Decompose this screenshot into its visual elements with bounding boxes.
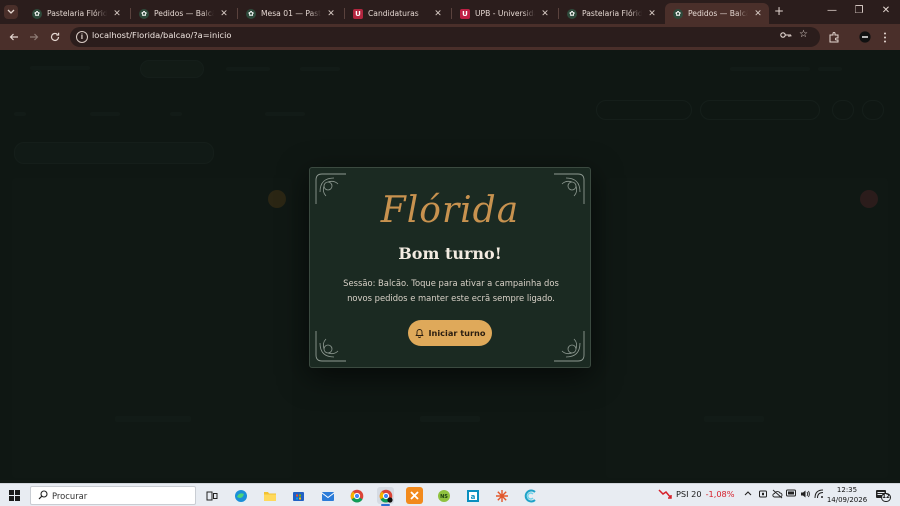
new-tab-button[interactable]: + [774,4,784,18]
arrow-right-icon [30,33,39,41]
reload-icon [50,32,60,42]
puzzle-icon [829,31,838,42]
tab-title: Pastelaria Flórida — [582,9,642,18]
tray-device-icon[interactable] [758,489,768,502]
url-path: /Florida/balcao/?a=inicio [129,30,232,40]
url-text[interactable]: localhost/Florida/balcao/?a=inicio [92,30,232,40]
page-backdrop: Flórida Bom turno! Sessão: Balcão. Toque… [0,50,900,483]
tab-close-icon[interactable]: ✕ [219,9,229,19]
more-vertical-icon [884,32,886,42]
ornament-corner-icon [315,331,346,362]
florida-logo: Flórida [380,190,520,231]
notification-count-badge: 12 [881,493,891,502]
tab-title: Candidaturas [368,9,419,18]
file-explorer-icon[interactable] [261,487,278,504]
stock-name: PSI 20 [676,489,702,499]
chrome-icon[interactable] [348,487,365,504]
ornament-corner-icon [554,331,585,362]
start-shift-modal: Flórida Bom turno! Sessão: Balcão. Toque… [309,167,591,368]
tab-strip: ✿ Pastelaria Flórida — ✕ ✿ Pedidos — Bal… [0,0,900,24]
chevron-down-icon [7,9,15,14]
maximize-button[interactable]: ❐ [845,2,873,20]
edge-icon[interactable] [232,487,249,504]
tab-close-icon[interactable]: ✕ [112,9,122,19]
clock-time: 12:35 [836,486,858,494]
tab-close-icon[interactable]: ✕ [433,9,443,19]
store-icon[interactable] [290,487,307,504]
florida-favicon-icon: ✿ [32,8,42,19]
upb-favicon-icon: U [460,8,470,19]
profile-avatar[interactable] [858,30,872,44]
notification-center-button[interactable]: 12 [875,488,891,502]
tray-cloud-off-icon[interactable] [772,489,783,502]
florida-favicon-icon: ✿ [139,8,149,19]
tab-pastelaria-florida-2[interactable]: ✿ Pastelaria Flórida — ✕ [559,3,663,24]
site-info-icon[interactable]: i [76,31,88,43]
taskbar-search[interactable]: Procurar [30,486,196,505]
florida-favicon-icon: ✿ [567,8,577,19]
tab-title: Pedidos — Balcão Flo [154,9,214,18]
extensions-button[interactable] [827,30,841,44]
back-button[interactable] [7,30,21,44]
tab-close-icon[interactable]: ✕ [647,9,657,19]
start-shift-button[interactable]: Iniciar turno [408,320,492,346]
tab-candidaturas[interactable]: U Candidaturas ✕ [345,3,449,24]
tray-wifi-icon[interactable] [814,489,824,502]
tab-title: Pedidos — Balcão Flo [688,9,748,18]
windows-taskbar: Procurar NS a PSI 20 -1,08% 12:35 14/09/… [0,483,900,506]
svg-text:a: a [470,493,475,501]
address-bar[interactable]: i localhost/Florida/balcao/?a=inicio ☆ [70,27,820,47]
windows-start-button[interactable] [9,490,20,501]
xampp-icon[interactable] [406,487,423,504]
svg-text:NS: NS [440,494,448,500]
tab-upb[interactable]: U UPB - Universidade P ✕ [452,3,556,24]
password-key-icon[interactable] [780,30,792,43]
florida-favicon-icon: ✿ [246,8,256,19]
start-shift-button-label: Iniciar turno [428,328,486,338]
bookmark-star-icon[interactable]: ☆ [799,29,808,40]
browser-toolbar: i localhost/Florida/balcao/?a=inicio ☆ [0,24,900,50]
clock-date: 14/09/2026 [826,496,868,504]
tab-pedidos-balcao-1[interactable]: ✿ Pedidos — Balcão Flo ✕ [131,3,235,24]
avatar-icon [859,31,871,43]
arrow-left-icon [9,33,18,41]
candidaturas-favicon-icon: U [353,8,363,19]
app-icon-c[interactable] [522,487,539,504]
tray-battery-icon[interactable] [786,489,797,500]
tab-title: UPB - Universidade P [475,9,535,18]
app-icon-a[interactable]: a [464,487,481,504]
url-host: localhost [92,30,130,40]
tab-pedidos-balcao-active[interactable]: ✿ Pedidos — Balcão Flo ✕ [665,3,769,24]
tab-close-icon[interactable]: ✕ [326,9,336,19]
tab-mesa-01[interactable]: ✿ Mesa 01 — Pastelaria ✕ [238,3,342,24]
tray-volume-icon[interactable] [800,489,811,502]
task-view-icon[interactable] [203,487,220,504]
tab-title: Mesa 01 — Pastelaria [261,9,321,18]
taskbar-clock[interactable]: 12:35 14/09/2026 [826,485,868,505]
florida-favicon-icon: ✿ [673,8,683,19]
minimize-button[interactable]: — [818,2,846,20]
search-placeholder: Procurar [52,491,88,501]
tab-title: Pastelaria Flórida — [47,9,107,18]
stock-change: -1,08% [705,489,735,499]
modal-title: Bom turno! [398,244,502,263]
stock-widget[interactable]: PSI 20 -1,08% [658,488,735,500]
tab-search-button[interactable] [4,5,18,19]
notepad-plus-icon[interactable]: NS [435,487,452,504]
mail-icon[interactable] [319,487,336,504]
bell-icon [414,329,424,338]
search-icon [38,490,48,500]
close-window-button[interactable]: ✕ [872,2,900,20]
tab-pastelaria-florida-1[interactable]: ✿ Pastelaria Flórida — ✕ [24,3,128,24]
stock-down-chart-icon [658,489,672,499]
spark-app-icon[interactable] [493,487,510,504]
forward-button[interactable] [27,30,41,44]
tab-close-icon[interactable]: ✕ [753,9,763,19]
browser-menu-button[interactable] [878,30,892,44]
chrome-profile-icon[interactable] [377,487,394,506]
modal-message: Sessão: Balcão. Toque para ativar a camp… [343,278,559,303]
tray-chevron-up-icon[interactable] [744,489,752,499]
tab-close-icon[interactable]: ✕ [540,9,550,19]
reload-button[interactable] [48,30,62,44]
